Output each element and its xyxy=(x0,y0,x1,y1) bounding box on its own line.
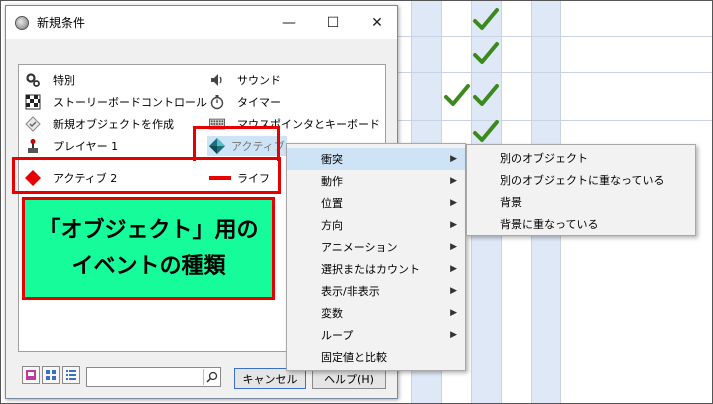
list-item-sound[interactable]: サウンド xyxy=(209,70,281,90)
list-item-storyboard-control[interactable]: ストーリーボードコントロール xyxy=(25,92,207,112)
submenu-item-overlapping-another-object[interactable]: 別のオブジェクトに重なっている xyxy=(467,169,695,191)
checkered-flag-icon xyxy=(25,94,41,110)
collision-submenu: 別のオブジェクト 別のオブジェクトに重なっている 背景 背景に重なっている xyxy=(466,144,696,236)
highlight-frame xyxy=(193,126,280,161)
check-icon[interactable] xyxy=(472,6,500,34)
dialog-titlebar[interactable]: 新規条件 — ☐ ✕ xyxy=(6,6,397,39)
chevron-right-icon: ▶ xyxy=(450,286,457,296)
chevron-right-icon: ▶ xyxy=(450,264,457,274)
check-icon[interactable] xyxy=(443,82,471,110)
close-button[interactable]: ✕ xyxy=(355,6,399,39)
context-menu: 衝突 ▶ 動作 ▶ 位置 ▶ 方向 ▶ アニメーション ▶ 選択またはカウント ▶ 表示/非… xyxy=(286,143,466,371)
stopwatch-icon xyxy=(209,94,225,110)
list-item-create-object[interactable]: 新規オブジェクトを作成 xyxy=(25,114,174,134)
view-list-button[interactable] xyxy=(62,366,80,384)
menu-item-movement[interactable]: 動作 ▶ xyxy=(287,170,465,192)
chevron-right-icon: ▶ xyxy=(450,308,457,318)
grid-row-line xyxy=(395,36,713,37)
chevron-right-icon: ▶ xyxy=(450,198,457,208)
app-icon xyxy=(15,15,29,30)
caption-line: 「オブジェクト」用の xyxy=(38,217,259,243)
grid-row-line xyxy=(395,120,713,121)
new-object-icon xyxy=(25,116,41,132)
view-small-icons-button[interactable] xyxy=(42,366,60,384)
view-large-icons-button[interactable] xyxy=(22,366,40,384)
list-item-label: タイマー xyxy=(237,96,281,109)
gear-icon xyxy=(25,72,41,88)
chevron-right-icon: ▶ xyxy=(450,330,457,340)
chevron-right-icon: ▶ xyxy=(450,220,457,230)
search-icon[interactable] xyxy=(203,369,219,385)
list-item-player-1[interactable]: プレイヤー 1 xyxy=(25,136,118,156)
check-icon[interactable] xyxy=(472,118,500,146)
joystick-icon xyxy=(25,138,41,154)
menu-item-compare-constant[interactable]: 固定値と比較 xyxy=(287,346,465,368)
check-icon[interactable] xyxy=(472,40,500,68)
list-item-label: ストーリーボードコントロール xyxy=(53,96,207,109)
grid-row-line xyxy=(395,72,713,73)
list-item-label: サウンド xyxy=(237,74,281,87)
chevron-right-icon: ▶ xyxy=(450,242,457,252)
submenu-item-overlapping-backdrop[interactable]: 背景に重なっている xyxy=(467,213,695,235)
help-button[interactable]: ヘルプ(H) xyxy=(312,368,386,389)
submenu-item-another-object[interactable]: 別のオブジェクト xyxy=(467,147,695,169)
search-input[interactable] xyxy=(86,367,221,387)
menu-item-position[interactable]: 位置 ▶ xyxy=(287,192,465,214)
check-icon[interactable] xyxy=(472,82,500,110)
speaker-icon xyxy=(209,72,225,88)
list-item-label: プレイヤー 1 xyxy=(53,140,119,153)
maximize-button[interactable]: ☐ xyxy=(311,6,355,39)
menu-item-collision[interactable]: 衝突 ▶ xyxy=(287,148,465,170)
chevron-right-icon: ▶ xyxy=(450,154,457,164)
menu-item-direction[interactable]: 方向 ▶ xyxy=(287,214,465,236)
menu-item-loop[interactable]: ループ ▶ xyxy=(287,324,465,346)
menu-item-variables[interactable]: 変数 ▶ xyxy=(287,302,465,324)
chevron-right-icon: ▶ xyxy=(450,176,457,186)
list-item-label: 新規オブジェクトを作成 xyxy=(53,118,174,131)
list-item-label: 特別 xyxy=(53,74,75,87)
caption-line: イベントの種類 xyxy=(71,253,226,279)
dialog-title: 新規条件 xyxy=(37,16,86,30)
menu-item-pick-or-count[interactable]: 選択またはカウント ▶ xyxy=(287,258,465,280)
minimize-button[interactable]: — xyxy=(267,6,311,39)
highlight-frame xyxy=(12,157,281,194)
menu-item-visibility[interactable]: 表示/非表示 ▶ xyxy=(287,280,465,302)
menu-item-animation[interactable]: アニメーション ▶ xyxy=(287,236,465,258)
submenu-item-backdrop[interactable]: 背景 xyxy=(467,191,695,213)
cancel-button[interactable]: キャンセル xyxy=(234,368,306,389)
list-item-timer[interactable]: タイマー xyxy=(209,92,281,112)
list-item-special[interactable]: 特別 xyxy=(25,70,75,90)
caption-box: 「オブジェクト」用の イベントの種類 xyxy=(22,197,275,300)
